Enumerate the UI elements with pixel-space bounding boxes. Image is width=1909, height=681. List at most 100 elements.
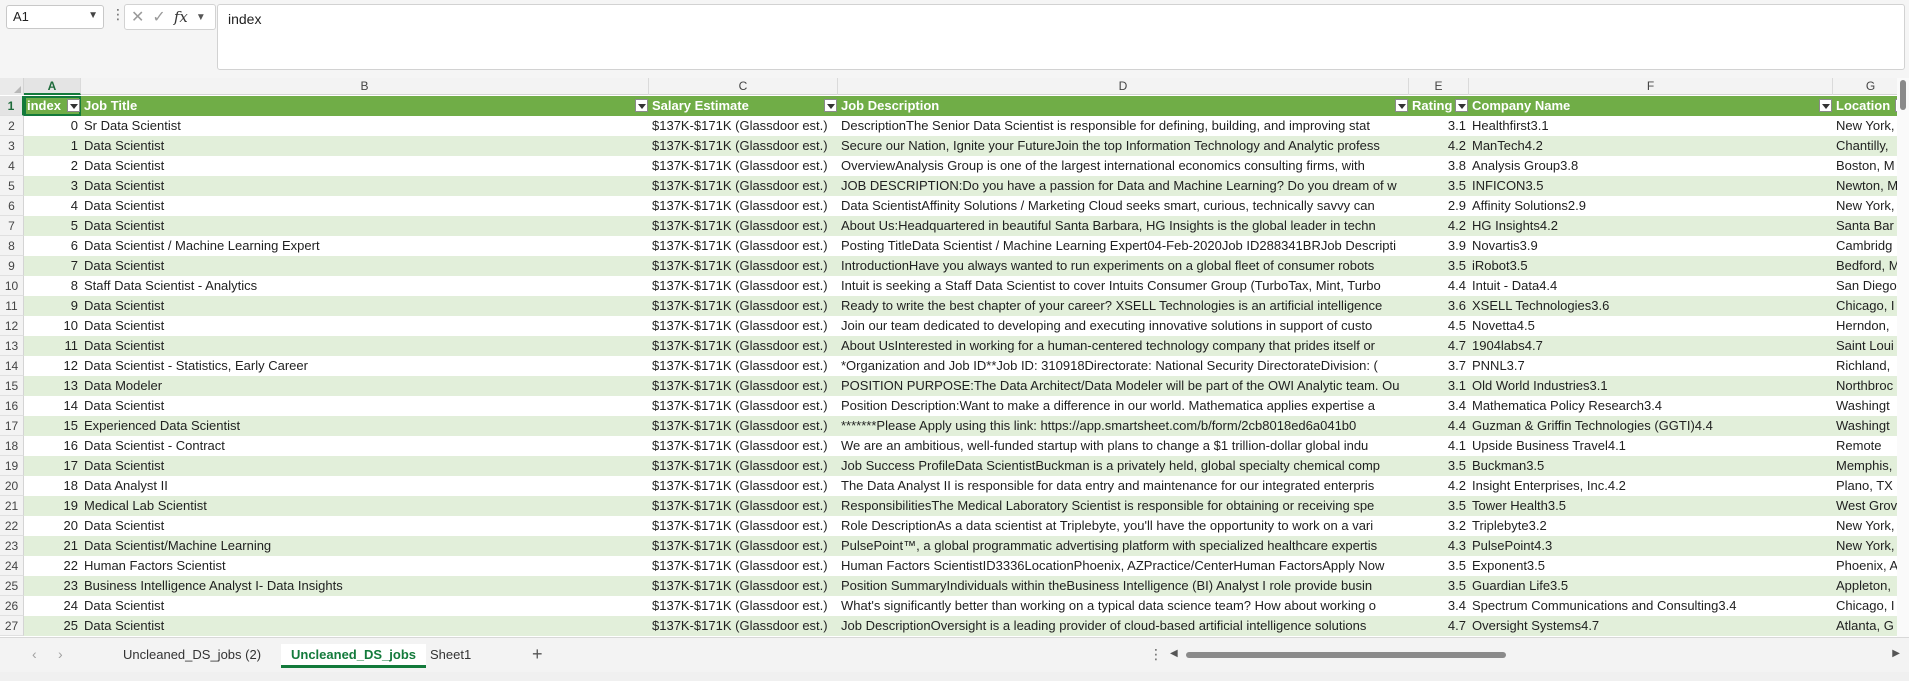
cell-salary[interactable]: $137K-$171K (Glassdoor est.) (649, 436, 838, 456)
cell-rating[interactable]: 3.5 (1409, 176, 1469, 196)
cell-company[interactable]: Insight Enterprises, Inc.4.2 (1469, 476, 1833, 496)
cell-rating[interactable]: 3.1 (1409, 376, 1469, 396)
cell-title[interactable]: Data Scientist (81, 156, 649, 176)
cell-rating[interactable]: 4.2 (1409, 476, 1469, 496)
cell-index[interactable]: 14 (24, 396, 81, 416)
cell-company[interactable]: Guardian Life3.5 (1469, 576, 1833, 596)
column-header-f[interactable]: F (1469, 78, 1833, 95)
cell-title[interactable]: Data Scientist / Machine Learning Expert (81, 236, 649, 256)
cell-salary[interactable]: $137K-$171K (Glassdoor est.) (649, 336, 838, 356)
row-header[interactable]: 11 (0, 296, 24, 316)
cell-rating[interactable]: 4.5 (1409, 316, 1469, 336)
row-header[interactable]: 16 (0, 396, 24, 416)
cell-title[interactable]: Business Intelligence Analyst I- Data In… (81, 576, 649, 596)
cell-desc[interactable]: Ready to write the best chapter of your … (838, 296, 1409, 316)
filter-dropdown-icon[interactable] (635, 99, 648, 112)
cell-index[interactable]: 9 (24, 296, 81, 316)
cell-rating[interactable]: 3.8 (1409, 156, 1469, 176)
cell-salary[interactable]: $137K-$171K (Glassdoor est.) (649, 236, 838, 256)
more-options-icon[interactable]: ⋮ (1149, 646, 1163, 663)
enter-icon[interactable]: ✓ (152, 7, 165, 27)
cell-title[interactable]: Data Scientist (81, 316, 649, 336)
cell-salary[interactable]: $137K-$171K (Glassdoor est.) (649, 156, 838, 176)
cell-salary[interactable]: $137K-$171K (Glassdoor est.) (649, 376, 838, 396)
row-header[interactable]: 25 (0, 576, 24, 596)
cell-title[interactable]: Data Scientist (81, 616, 649, 636)
cell-index[interactable]: 0 (24, 116, 81, 136)
scroll-right-icon[interactable]: ▶ (1892, 648, 1900, 659)
column-header-b[interactable]: B (81, 78, 649, 95)
cell-desc[interactable]: ResponsibilitiesThe Medical Laboratory S… (838, 496, 1409, 516)
column-header-c[interactable]: C (649, 78, 838, 95)
cell-salary[interactable]: $137K-$171K (Glassdoor est.) (649, 396, 838, 416)
header-cell-rating[interactable]: Rating (1409, 96, 1469, 116)
cell-salary[interactable]: $137K-$171K (Glassdoor est.) (649, 516, 838, 536)
scroll-left-icon[interactable]: ◀ (1170, 648, 1178, 659)
header-cell-company[interactable]: Company Name (1469, 96, 1833, 116)
cell-title[interactable]: Data Scientist (81, 136, 649, 156)
cell-title[interactable]: Experienced Data Scientist (81, 416, 649, 436)
cell-company[interactable]: Tower Health3.5 (1469, 496, 1833, 516)
row-header[interactable]: 19 (0, 456, 24, 476)
cell-company[interactable]: Oversight Systems4.7 (1469, 616, 1833, 636)
cell-title[interactable]: Data Scientist (81, 196, 649, 216)
cell-desc[interactable]: About Us:Headquartered in beautiful Sant… (838, 216, 1409, 236)
cell-company[interactable]: HG Insights4.2 (1469, 216, 1833, 236)
cell-rating[interactable]: 3.5 (1409, 556, 1469, 576)
cell-title[interactable]: Data Scientist (81, 516, 649, 536)
sheet-tab[interactable]: Uncleaned_DS_jobs (281, 644, 426, 668)
cell-desc[interactable]: Data ScientistAffinity Solutions / Marke… (838, 196, 1409, 216)
cell-rating[interactable]: 4.4 (1409, 416, 1469, 436)
filter-dropdown-icon[interactable] (67, 99, 80, 112)
cell-company[interactable]: Buckman3.5 (1469, 456, 1833, 476)
row-header[interactable]: 6 (0, 196, 24, 216)
cancel-icon[interactable]: ✕ (131, 7, 144, 27)
cell-rating[interactable]: 3.5 (1409, 456, 1469, 476)
cell-company[interactable]: Triplebyte3.2 (1469, 516, 1833, 536)
cell-company[interactable]: INFICON3.5 (1469, 176, 1833, 196)
prev-sheet-icon[interactable]: ‹ (32, 646, 37, 662)
sheet-tab[interactable]: Uncleaned_DS_jobs (2) (113, 644, 271, 668)
cell-index[interactable]: 3 (24, 176, 81, 196)
cell-title[interactable]: Data Scientist/Machine Learning (81, 536, 649, 556)
cell-index[interactable]: 7 (24, 256, 81, 276)
row-header[interactable]: 2 (0, 116, 24, 136)
cell-rating[interactable]: 3.9 (1409, 236, 1469, 256)
cell-salary[interactable]: $137K-$171K (Glassdoor est.) (649, 316, 838, 336)
header-cell-title[interactable]: Job Title (81, 96, 649, 116)
cell-index[interactable]: 17 (24, 456, 81, 476)
cell-desc[interactable]: JOB DESCRIPTION:Do you have a passion fo… (838, 176, 1409, 196)
cell-rating[interactable]: 3.4 (1409, 396, 1469, 416)
filter-dropdown-icon[interactable] (824, 99, 837, 112)
cell-desc[interactable]: *Organization and Job ID**Job ID: 310918… (838, 356, 1409, 376)
add-sheet-button[interactable]: + (532, 644, 543, 665)
cell-desc[interactable]: What's significantly better than working… (838, 596, 1409, 616)
cell-rating[interactable]: 3.7 (1409, 356, 1469, 376)
cell-desc[interactable]: Secure our Nation, Ignite your FutureJoi… (838, 136, 1409, 156)
row-header[interactable]: 13 (0, 336, 24, 356)
row-header[interactable]: 3 (0, 136, 24, 156)
cell-index[interactable]: 1 (24, 136, 81, 156)
cell-rating[interactable]: 4.3 (1409, 536, 1469, 556)
cell-salary[interactable]: $137K-$171K (Glassdoor est.) (649, 416, 838, 436)
cell-company[interactable]: Mathematica Policy Research3.4 (1469, 396, 1833, 416)
column-header-a[interactable]: A (24, 78, 81, 95)
cell-company[interactable]: Upside Business Travel4.1 (1469, 436, 1833, 456)
filter-dropdown-icon[interactable] (1395, 99, 1408, 112)
row-header[interactable]: 27 (0, 616, 24, 636)
cell-title[interactable]: Data Scientist (81, 176, 649, 196)
cell-desc[interactable]: The Data Analyst II is responsible for d… (838, 476, 1409, 496)
cell-title[interactable]: Data Scientist (81, 596, 649, 616)
cell-rating[interactable]: 3.2 (1409, 516, 1469, 536)
column-header-e[interactable]: E (1409, 78, 1469, 95)
cell-desc[interactable]: Human Factors ScientistID3336LocationPho… (838, 556, 1409, 576)
cell-title[interactable]: Data Scientist (81, 336, 649, 356)
cell-company[interactable]: Novartis3.9 (1469, 236, 1833, 256)
cell-desc[interactable]: PulsePoint™, a global programmatic adver… (838, 536, 1409, 556)
cell-company[interactable]: Novetta4.5 (1469, 316, 1833, 336)
cell-rating[interactable]: 3.4 (1409, 596, 1469, 616)
cell-desc[interactable]: Position Description:Want to make a diff… (838, 396, 1409, 416)
scrollbar-thumb[interactable] (1900, 80, 1906, 110)
cell-rating[interactable]: 3.5 (1409, 256, 1469, 276)
row-header[interactable]: 5 (0, 176, 24, 196)
